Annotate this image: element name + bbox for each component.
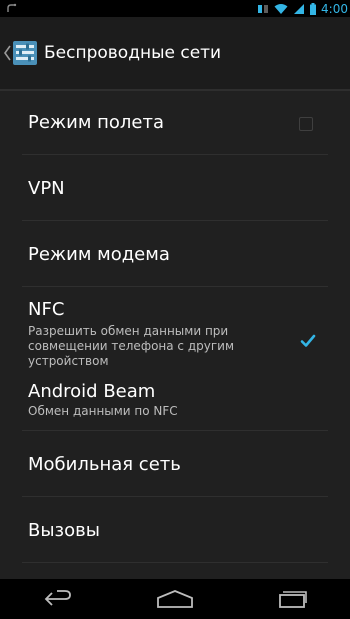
action-bar: Беспроводные сети [0,17,350,91]
nfc-item[interactable]: NFC Разрешить обмен данными при совмещен… [0,287,350,371]
battery-icon [310,2,317,15]
notification-icon [7,3,17,12]
settings-list: Режим полета VPN Режим модема NFC Разреш… [0,89,350,563]
calls-label: Вызовы [28,519,100,541]
nfc-summary-line-3: устройством [28,354,109,368]
mobile-network-label: Мобильная сеть [28,453,181,475]
signal-icon [294,3,305,14]
settings-app-icon[interactable] [12,40,38,66]
tethering-label: Режим модема [28,243,170,265]
airplane-mode-checkbox[interactable] [299,117,313,131]
wifi-icon [274,3,288,14]
android-beam-summary: Обмен данными по NFC [28,404,178,418]
recent-apps-button[interactable] [269,584,315,614]
screen-title: Беспроводные сети [44,43,222,63]
divider [22,562,328,563]
navigation-bar [0,579,350,619]
back-icon [45,590,72,606]
calls-item[interactable]: Вызовы [0,497,350,563]
android-beam-label: Android Beam [28,381,156,402]
nfc-label: NFC [28,299,65,320]
status-time: 4:00 [321,1,348,16]
sync-icon [258,4,269,13]
tethering-item[interactable]: Режим модема [0,221,350,287]
android-settings-screen: 4:00 Беспроводные сети Режим полета VPN [0,0,350,619]
vpn-item[interactable]: VPN [0,155,350,221]
back-button[interactable] [35,584,81,614]
up-caret-icon[interactable] [3,44,11,62]
home-icon [157,590,193,608]
airplane-mode-item[interactable]: Режим полета [0,89,350,155]
recent-apps-icon [278,591,307,608]
mobile-network-item[interactable]: Мобильная сеть [0,431,350,497]
status-bar: 4:00 [0,0,350,17]
airplane-mode-label: Режим полета [28,111,165,133]
home-button[interactable] [152,584,198,614]
android-beam-item[interactable]: Android Beam Обмен данными по NFC [0,371,350,431]
nfc-checkbox-checked-icon[interactable] [300,333,316,349]
status-icons: 4:00 [257,0,348,17]
vpn-label: VPN [28,177,65,199]
